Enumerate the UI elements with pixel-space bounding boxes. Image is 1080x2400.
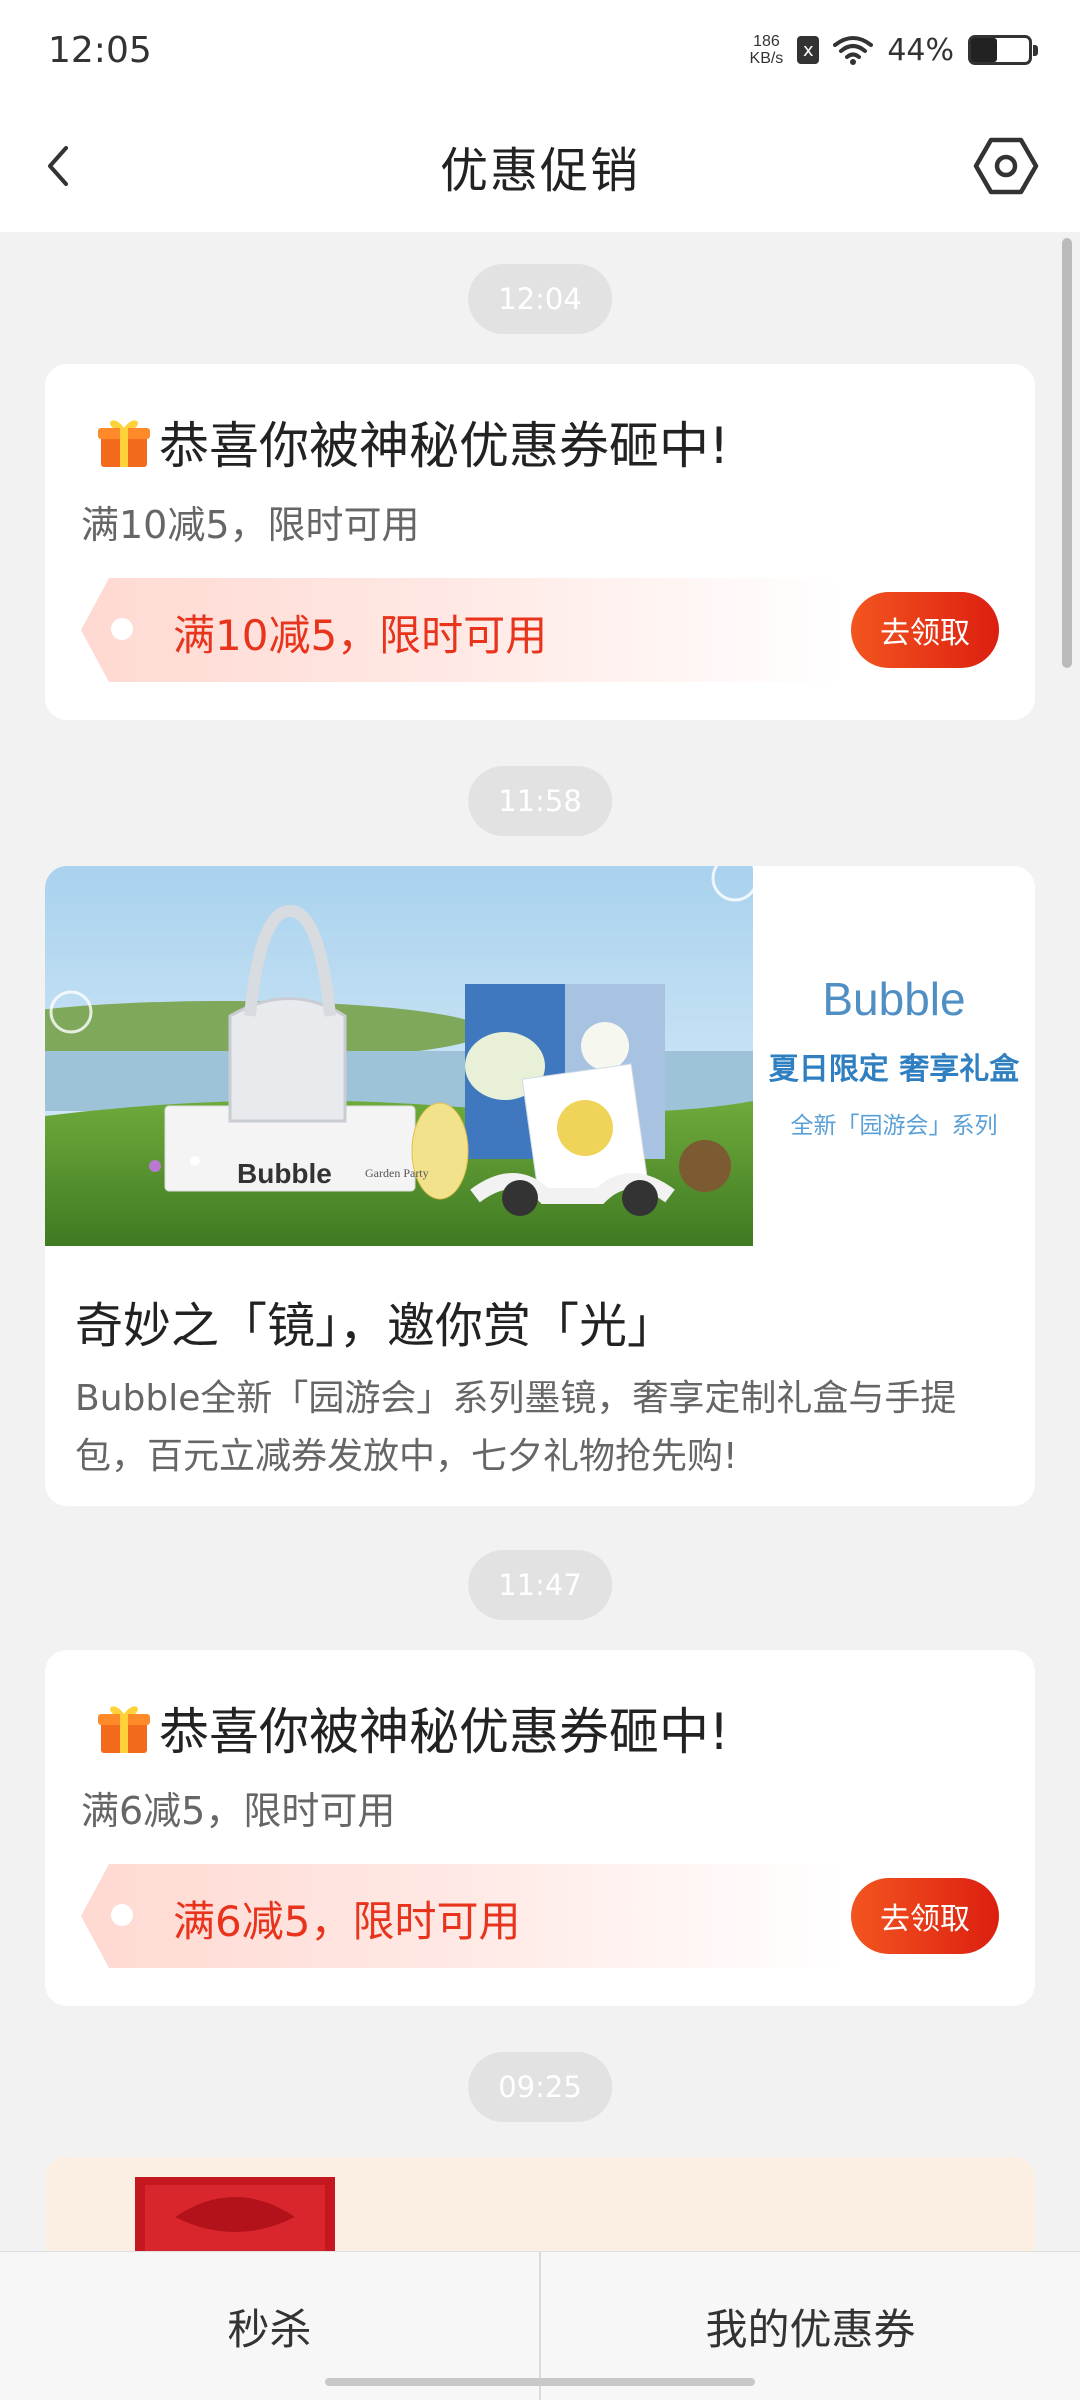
promo-card[interactable] xyxy=(45,2157,1035,2252)
coupon-title: 恭喜你被神秘优惠券砸中! xyxy=(95,1692,729,1764)
ticket-text: 满10减5，限时可用 xyxy=(173,611,548,660)
claim-coupon-button[interactable]: 去领取 xyxy=(851,1878,999,1954)
banner-headline: 夏日限定 奢享礼盒 xyxy=(768,1052,1020,1087)
message-feed[interactable]: 12:04 恭喜你被神秘优惠券砸中! 满10减5，限时可用 满10减5，限时可用… xyxy=(0,232,1080,2252)
no-sim-icon: x xyxy=(797,36,820,64)
page-title: 优惠促销 xyxy=(439,143,640,199)
chevron-left-icon xyxy=(48,146,68,186)
timestamp-pill: 11:47 xyxy=(468,1550,612,1620)
gift-box-image xyxy=(135,2177,335,2252)
coupon-ticket: 满6减5，限时可用 xyxy=(81,1864,841,1968)
promo-title: 奇妙之「镜」，邀你赏「光」 xyxy=(75,1298,676,1354)
wifi-icon xyxy=(833,36,874,65)
battery-icon xyxy=(968,35,1038,65)
brand-logo: Bubble xyxy=(822,973,966,1025)
product-box-label: Bubble xyxy=(237,1158,332,1189)
settings-icon xyxy=(973,137,1039,195)
promo-banner[interactable]: Bubble 夏日限定 奢享礼盒 全新「园游会」系列 xyxy=(45,866,1035,1246)
coupon-subtitle: 满6减5，限时可用 xyxy=(81,1789,396,1833)
banner-subline: 全新「园游会」系列 xyxy=(790,1113,998,1139)
ticket-hole xyxy=(111,618,133,640)
bottom-nav: 秒杀 我的优惠券 xyxy=(0,2251,1080,2400)
coupon-title-text: 恭喜你被神秘优惠券砸中! xyxy=(159,417,730,475)
status-indicators: 186 KB/s x 44% xyxy=(750,32,1038,68)
gift-icon xyxy=(98,420,150,467)
coupon-card[interactable]: 恭喜你被神秘优惠券砸中! 满10减5，限时可用 满10减5，限时可用 去领取 xyxy=(45,364,1035,720)
coupon-title: 恭喜你被神秘优惠券砸中! xyxy=(95,406,729,478)
scrollbar[interactable] xyxy=(1062,238,1072,668)
network-speed-value: 186 xyxy=(753,33,780,50)
coupon-card[interactable]: 恭喜你被神秘优惠券砸中! 满6减5，限时可用 满6减5，限时可用 去领取 xyxy=(45,1650,1035,2006)
coupon-title-text: 恭喜你被神秘优惠券砸中! xyxy=(159,1703,730,1761)
ticket-text: 满6减5，限时可用 xyxy=(173,1897,521,1946)
promo-description: Bubble全新「园游会」系列墨镜，奢享定制礼盒与手提包，百元立减券发放中，七夕… xyxy=(75,1378,957,1477)
back-button[interactable] xyxy=(30,134,90,198)
home-indicator[interactable] xyxy=(325,2378,755,2386)
timestamp-pill: 09:25 xyxy=(468,2052,612,2122)
network-speed-unit: KB/s xyxy=(749,50,784,67)
network-speed: 186 KB/s xyxy=(750,33,784,67)
coupon-subtitle: 满10减5，限时可用 xyxy=(81,503,420,547)
timestamp-pill: 11:58 xyxy=(468,766,612,836)
coupon-ticket: 满10减5，限时可用 xyxy=(81,578,841,682)
product-photo-image xyxy=(45,866,753,1246)
status-time: 12:05 xyxy=(48,29,152,71)
gift-icon xyxy=(98,1706,150,1753)
no-sim-label: x xyxy=(802,39,814,61)
ticket-hole xyxy=(111,1904,133,1926)
promo-card[interactable]: Bubble 夏日限定 奢享礼盒 全新「园游会」系列 Bubble Garden… xyxy=(45,866,1035,1506)
app-header: 优惠促销 xyxy=(0,100,1080,232)
banner-brand-panel: Bubble 夏日限定 奢享礼盒 全新「园游会」系列 xyxy=(753,866,1035,1246)
settings-button[interactable] xyxy=(968,128,1044,204)
battery-percent: 44% xyxy=(887,32,954,68)
battery-level-fill xyxy=(971,38,997,62)
product-box-small-label: Garden Party xyxy=(365,1166,429,1180)
timestamp-pill: 12:04 xyxy=(468,264,612,334)
claim-coupon-button[interactable]: 去领取 xyxy=(851,592,999,668)
status-bar: 12:05 186 KB/s x 44% xyxy=(0,0,1080,100)
